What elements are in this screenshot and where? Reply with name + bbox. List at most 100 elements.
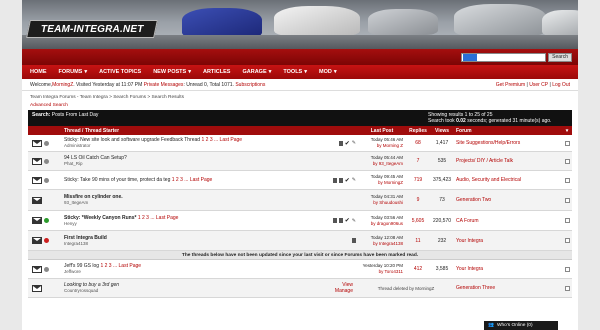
table-row[interactable]: Missfire on cylinder one. 93_ItegeAm Tod… (28, 190, 572, 211)
table-row[interactable]: Sticky: Take 90 mins of your time, prote… (28, 171, 572, 190)
whos-online-button[interactable]: 👥 Who's Online (0) (484, 321, 558, 330)
col-views[interactable]: Views (430, 128, 454, 134)
reply-count[interactable]: 11 (406, 238, 430, 244)
nav-home[interactable]: HOME (30, 69, 47, 75)
table-row[interactable]: Sticky: New site look and software upgra… (28, 135, 572, 152)
row-checkbox[interactable] (564, 238, 570, 243)
reply-count[interactable]: 7 (406, 158, 430, 164)
last-post-by[interactable]: by dragon906us (358, 221, 403, 227)
check-icon: ✔ (344, 177, 350, 184)
forum-link[interactable]: Your Integra (454, 266, 562, 272)
thread-starter[interactable]: Jeffwore (64, 269, 141, 275)
col-last-post[interactable]: Last Post (358, 128, 406, 134)
thread-title[interactable]: First Integra Build (64, 235, 107, 241)
reply-count[interactable]: 5,605 (406, 218, 430, 224)
pm-counts: : Unread 0, Total 1071. (183, 81, 234, 88)
chevron-down-icon: ▾ (84, 69, 88, 75)
status-dot-icon (44, 218, 49, 223)
attachment-icon (338, 140, 343, 146)
forum-link[interactable]: Site Suggestions/Help/Errors (454, 140, 562, 146)
row-checkbox[interactable] (564, 140, 570, 146)
last-post-by[interactable]: by Morning Z (358, 143, 403, 149)
row-checkbox[interactable] (564, 266, 570, 272)
thread-title[interactable]: Sticky: Take 90 mins of your time, prote… (64, 177, 170, 183)
last-post-by[interactable]: by 93_ItegeAm (358, 161, 403, 167)
reply-count[interactable]: 9 (406, 197, 430, 203)
table-row[interactable]: Looking to buy a 3rd gen Countryrossquad… (28, 279, 572, 298)
envelope-icon (32, 176, 42, 184)
forum-link[interactable]: Projects/ DIY / Article Talk (454, 158, 562, 164)
view-count: 535 (437, 158, 447, 164)
row-checkbox[interactable] (564, 197, 570, 203)
thread-starter[interactable]: Henyy (64, 221, 178, 227)
status-dot-icon (44, 140, 49, 146)
thread-starter[interactable]: Integra4138 (64, 241, 107, 247)
banner-car (454, 4, 546, 36)
search-button[interactable]: Search (548, 52, 572, 62)
forum-link[interactable]: Generation Three (454, 285, 562, 291)
status-dot-icon (44, 266, 49, 272)
thread-pages[interactable]: 1 2 3 ... Last Page (201, 137, 242, 143)
table-row[interactable]: Jeff's 99 GS log 1 2 3 ... Last Page Jef… (28, 260, 572, 279)
reply-count[interactable]: 68 (406, 140, 430, 146)
view-count: 232 (437, 237, 447, 244)
last-post-by[interactable]: by Shuudoushi (358, 200, 403, 206)
advanced-search-link[interactable]: Advanced Search (22, 103, 578, 110)
thread-title[interactable]: Sticky: *Weekly Canyon Runs* (64, 215, 136, 221)
search-input[interactable] (477, 53, 538, 61)
view-count: 375,423 (432, 177, 452, 183)
check-icon: ✔ (344, 218, 350, 224)
col-forum[interactable]: Forum (454, 128, 562, 134)
private-messages-link[interactable]: Private Messages (144, 82, 184, 88)
col-replies[interactable]: Replies (406, 128, 430, 134)
attachment-icon (332, 218, 337, 223)
thread-starter[interactable]: 93_ItegeAm (64, 200, 123, 206)
col-select[interactable]: ▾ (562, 128, 572, 134)
manage-link[interactable]: Manage (335, 288, 353, 294)
last-post-by[interactable]: by Toro4311 (358, 269, 403, 275)
nav-mod[interactable]: MOD ▾ (319, 69, 337, 75)
nav-forums-label: FORUMS (58, 69, 83, 75)
last-post-by[interactable]: by MorningZ (358, 180, 403, 186)
row-checkbox[interactable] (564, 218, 570, 223)
envelope-icon (32, 265, 42, 273)
thread-pages[interactable]: 1 2 3 ... Last Page (172, 177, 213, 183)
thread-starter[interactable]: Countryrossquad (64, 288, 119, 294)
get-premium-link[interactable]: Get Premium (496, 82, 525, 88)
thread-starter[interactable]: Administrator (64, 143, 242, 149)
nav-new-posts[interactable]: NEW POSTS ▾ (153, 69, 191, 75)
logo-text: TEAM-INTEGRA.NET (40, 23, 144, 35)
chevron-down-icon: ▾ (268, 69, 272, 75)
view-count: 1,417 (435, 140, 449, 146)
username-link[interactable]: MorningZ (52, 82, 73, 88)
col-thread[interactable]: Thread / Thread Starter (62, 128, 358, 134)
forum-link[interactable]: Your Integra (454, 238, 562, 244)
nav-articles[interactable]: ARTICLES (203, 69, 231, 75)
forum-link[interactable]: Generation Two (454, 197, 562, 203)
user-cp-link[interactable]: User CP (529, 82, 548, 88)
log-out-link[interactable]: Log Out (552, 82, 570, 88)
nav-tools[interactable]: TOOLS ▾ (283, 69, 307, 75)
table-row[interactable]: Sticky: *Weekly Canyon Runs* 1 2 3 ... L… (28, 211, 572, 231)
table-row[interactable]: 94 LS Oil Catch Can Setup? Phat_Rip Toda… (28, 152, 572, 171)
nav-garage[interactable]: GARAGE ▾ (242, 69, 271, 75)
thread-pages[interactable]: 1 2 3 ... Last Page (100, 263, 141, 269)
forum-link[interactable]: Audio, Security and Electrical (454, 177, 562, 183)
row-checkbox[interactable] (564, 177, 570, 183)
nav-forums[interactable]: FORUMS ▾ (59, 69, 88, 75)
thread-pages[interactable]: 1 2 3 ... Last Page (138, 215, 179, 221)
reply-count[interactable]: 719 (406, 177, 430, 183)
site-logo[interactable]: TEAM-INTEGRA.NET (26, 20, 158, 38)
thread-starter[interactable]: Phat_Rip (64, 161, 127, 167)
last-post-by[interactable]: by Integra4138 (358, 241, 403, 247)
row-checkbox[interactable] (564, 285, 570, 291)
nav-active-topics[interactable]: ACTIVE TOPICS (99, 69, 141, 75)
forum-link[interactable]: CA Forum (454, 218, 562, 224)
row-checkbox[interactable] (564, 158, 570, 164)
subscriptions-link[interactable]: Subscriptions (235, 82, 265, 88)
reply-count[interactable]: 412 (406, 266, 430, 272)
nav-tools-label: TOOLS (283, 69, 303, 75)
breadcrumb[interactable]: Team Integra Forums - Team Integra > Sea… (22, 91, 578, 103)
table-row[interactable]: First Integra Build Integra4138 Today 12… (28, 231, 572, 251)
results-label: Search: (32, 112, 51, 118)
